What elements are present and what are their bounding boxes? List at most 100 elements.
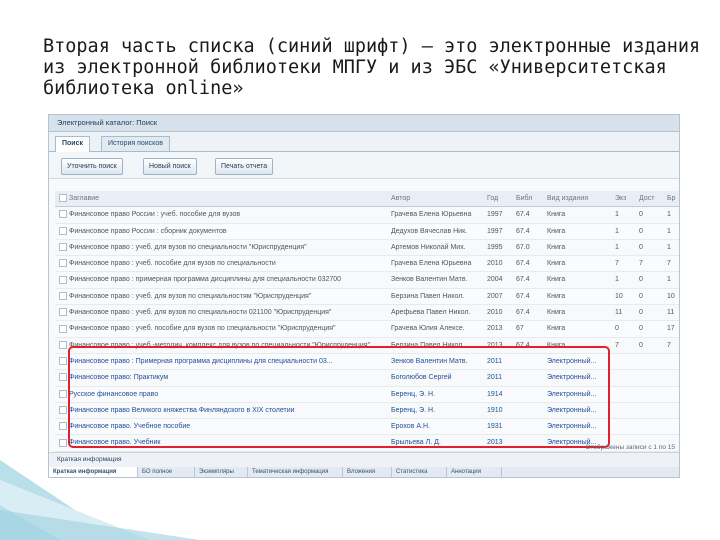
table-row[interactable]: Финансовое право России : учеб. пособие … [55,207,679,224]
table-row[interactable]: Финансовое право : учеб. пособие для вуз… [55,321,679,338]
row-checkbox[interactable] [59,240,67,255]
cell-year: 2013 [487,439,503,447]
cell-available: 0 [639,276,643,284]
row-checkbox[interactable] [59,289,67,304]
cell-copies: 10 [615,292,623,300]
col-available[interactable]: Дост [639,191,661,206]
cell-author: Артемов Николай Мих. [391,243,466,251]
detail-tab-subject[interactable]: Тематическая информация [248,467,343,477]
cell-issued: 1 [667,211,671,219]
col-author[interactable]: Автор [391,191,483,206]
cell-title: Финансовое право. Учебное пособие [69,423,191,431]
table-row[interactable]: Финансовое право : учеб. для вузов по сп… [55,240,679,257]
row-checkbox[interactable] [59,435,67,450]
row-checkbox[interactable] [59,338,67,353]
row-checkbox[interactable] [59,321,67,336]
cell-author: Ерохов А.Н. [391,423,430,431]
cell-title: Русское финансовое право [69,390,159,398]
cell-bbk: 67.4 [516,227,530,235]
cell-type: Книга [547,276,566,284]
row-checkbox[interactable] [59,370,67,385]
catalog-screenshot: Электронный каталог: Поиск Поиск История… [48,114,680,478]
detail-tab-full[interactable]: БО полное [138,467,195,477]
row-checkbox[interactable] [59,354,67,369]
col-bbk[interactable]: Библ [516,191,544,206]
table-row[interactable]: Финансовое право Великого княжества Финл… [55,403,679,420]
col-title[interactable]: Заглавие [69,191,385,206]
row-checkbox[interactable] [59,419,67,434]
cell-bbk: 67.4 [516,309,530,317]
table-row[interactable]: Финансовое право : учеб. для вузов по сп… [55,288,679,306]
table-row[interactable]: Финансовое право России : сборник докуме… [55,223,679,240]
detail-tab-stats[interactable]: Статистика [392,467,447,477]
table-row[interactable]: Финансовое право : учеб.-методич. компле… [55,338,679,354]
slide-title-line-3: библиотека online» [43,78,244,99]
row-checkbox[interactable] [59,272,67,287]
row-checkbox[interactable] [59,256,67,271]
cell-title: Финансовое право : учеб. для вузов по сп… [69,309,332,317]
cell-issued: 11 [667,309,675,317]
cell-year: 2010 [487,260,503,268]
cell-year: 2013 [487,341,503,349]
col-copies[interactable]: Экз [615,191,633,206]
row-checkbox[interactable] [59,387,67,402]
col-issued[interactable]: Бр [667,191,679,206]
cell-year: 2007 [487,292,503,300]
refine-search-button[interactable]: Уточнить поиск [61,158,123,175]
col-year[interactable]: Год [487,191,513,206]
cell-available: 0 [639,292,643,300]
cell-year: 2013 [487,325,503,333]
cell-bbk: 67.0 [516,243,530,251]
row-checkbox[interactable] [59,207,67,222]
tab-bar: Поиск История поисков [49,132,679,152]
table-row[interactable]: Финансовое право : учеб. пособие для вуз… [55,256,679,273]
cell-year: 2010 [487,309,503,317]
cell-type: Электронный... [547,423,597,431]
tab-search[interactable]: Поиск [55,136,91,152]
cell-available: 0 [639,309,643,317]
cell-year: 1914 [487,390,503,398]
detail-tab-copies[interactable]: Экземпляры [195,467,248,477]
cell-issued: 7 [667,341,671,349]
cell-bbk: 67.4 [516,292,530,300]
cell-copies: 1 [615,243,619,251]
cell-copies: 11 [615,309,623,317]
cell-title: Финансовое право : примерная программа д… [69,276,342,284]
cell-type: Электронный... [547,390,597,398]
cell-type: Книга [547,309,566,317]
cell-author: Грачева Елена Юрьевна [391,211,472,219]
table-row[interactable]: Финансовое право : учеб. для вузов по сп… [55,305,679,322]
table-row[interactable]: Финансовое право. Учебное пособие Ерохов … [55,419,679,436]
record-count: Отображены записи с 1 по 15 [585,444,675,451]
cell-available: 0 [639,227,643,235]
table-row[interactable]: Финансовое право : Примерная программа д… [55,353,679,371]
tab-history[interactable]: История поисков [101,136,170,151]
cell-copies: 1 [615,276,619,284]
row-checkbox[interactable] [59,403,67,418]
cell-author: Грачева Елена Юрьевна [391,260,472,268]
cell-title: Финансовое право: Практикум [69,374,169,382]
table-row[interactable]: Финансовое право : примерная программа д… [55,272,679,289]
cell-title: Финансовое право : учеб. пособие для вуз… [69,325,336,333]
table-row[interactable]: Финансовое право: Практикум Боголюбов Сер… [55,370,679,387]
print-report-button[interactable]: Печать отчета [215,158,274,175]
header-checkbox[interactable] [59,191,67,206]
detail-tab-attachments[interactable]: Вложения [343,467,392,477]
cell-year: 1997 [487,211,503,219]
table-row[interactable]: Русское финансовое право Беренц, Э. Н. 191… [55,386,679,403]
cell-title: Финансовое право Великого княжества Финл… [69,406,295,414]
detail-tab-brief[interactable]: Краткая информация [49,467,138,477]
cell-issued: 10 [667,292,675,300]
cell-title: Финансовое право : Примерная программа д… [69,357,333,365]
col-type[interactable]: Вид издания [547,191,611,206]
row-checkbox[interactable] [59,224,67,239]
cell-issued: 17 [667,325,675,333]
results-table: Заглавие Автор Год Библ Вид издания Экз … [55,191,679,452]
row-checkbox[interactable] [59,305,67,320]
detail-tab-annotations[interactable]: Аннотации [447,467,502,477]
new-search-button[interactable]: Новый поиск [143,158,197,175]
cell-copies: 1 [615,211,619,219]
cell-copies: 7 [615,341,619,349]
cell-author: Арефьева Павел Никол. [391,309,471,317]
slide-title: Вторая часть списка (синий шрифт) – это … [43,36,700,99]
